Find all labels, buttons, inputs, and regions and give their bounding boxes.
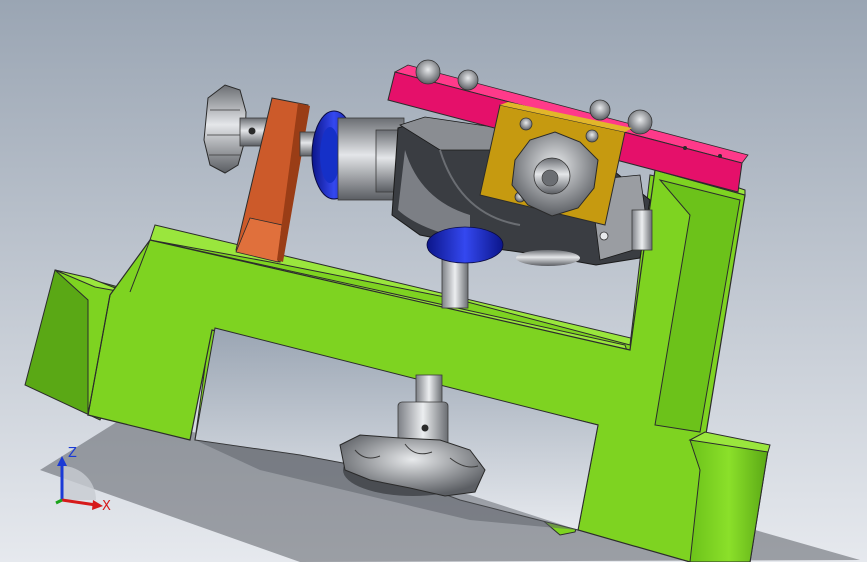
right-box-hole bbox=[599, 231, 609, 241]
plate-hole-2 bbox=[718, 154, 722, 158]
plate-hole-1 bbox=[683, 146, 687, 150]
blue-ring-inner bbox=[320, 127, 340, 183]
yellow-screw-1 bbox=[519, 117, 533, 131]
plate-screw-3 bbox=[589, 99, 611, 121]
body-right-cap bbox=[631, 209, 653, 251]
plate-screw-4 bbox=[627, 109, 653, 135]
cad-viewport[interactable]: Z X bbox=[0, 0, 867, 562]
3d-model-view[interactable]: Z X bbox=[0, 0, 867, 562]
plate-screw-2 bbox=[457, 69, 479, 91]
yellow-screw-2 bbox=[585, 129, 599, 143]
triad-z-label: Z bbox=[68, 446, 77, 461]
center-knob-bore bbox=[541, 169, 559, 187]
lower-metal-disc bbox=[516, 250, 580, 266]
collar-hole bbox=[421, 424, 429, 432]
lower-blue-ring bbox=[426, 226, 504, 264]
triad-x-label: X bbox=[102, 499, 111, 514]
side-screw-hole bbox=[248, 127, 256, 135]
plate-screw-1 bbox=[415, 59, 441, 85]
